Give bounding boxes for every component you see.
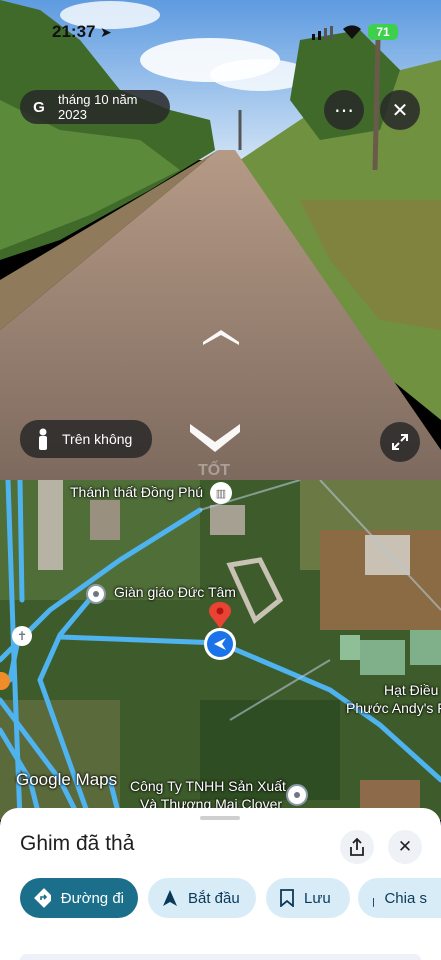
clock: 21:37 xyxy=(52,22,96,41)
capture-date: tháng 10 năm 2023 xyxy=(58,92,138,122)
navigate-forward-arrow[interactable] xyxy=(200,326,242,346)
cross-icon[interactable]: ✝ xyxy=(12,626,32,646)
street-view-position-marker[interactable] xyxy=(204,628,236,660)
poi-label[interactable]: Giàn giáo Đức Tâm xyxy=(114,584,236,600)
place-sheet: Ghim đã thả ✕ Đường đi Bắt đầu Lưu Chia … xyxy=(0,808,441,960)
start-button[interactable]: Bắt đầu xyxy=(148,878,256,918)
sheet-drag-handle[interactable] xyxy=(200,816,240,820)
next-card-peek xyxy=(20,954,421,960)
save-button[interactable]: Lưu xyxy=(266,878,350,918)
google-icon: G xyxy=(33,98,45,116)
date-chip[interactable]: G tháng 10 năm 2023 xyxy=(20,90,170,124)
close-icon: ✕ xyxy=(391,99,409,122)
status-bar: 21:37 ➤ 71 xyxy=(0,0,441,60)
satellite-map[interactable]: ▥ Thánh thất Đồng Phú Giàn giáo Đức Tâm … xyxy=(0,480,441,820)
navigate-back-arrow[interactable] xyxy=(186,420,244,454)
share-label: Chia s xyxy=(384,889,427,907)
person-icon xyxy=(39,428,47,450)
directions-button[interactable]: Đường đi xyxy=(20,878,138,918)
fullscreen-button[interactable] xyxy=(380,422,420,462)
watermark: TỐT xyxy=(198,462,230,479)
place-pin-icon[interactable] xyxy=(286,784,308,806)
aerial-label: Trên không xyxy=(62,431,133,447)
share-sheet-button[interactable] xyxy=(340,830,374,864)
share-button[interactable]: Chia s xyxy=(358,878,441,918)
save-label: Lưu xyxy=(304,889,331,907)
start-label: Bắt đầu xyxy=(188,889,240,907)
navigation-arrow-icon xyxy=(163,890,177,906)
poi-label[interactable]: Phước Andy's F xyxy=(346,700,441,716)
more-horizontal-icon: ⋯ xyxy=(334,99,354,122)
place-of-worship-icon[interactable]: ▥ xyxy=(210,482,232,504)
aerial-view-button[interactable]: Trên không xyxy=(20,420,152,458)
poi-label[interactable]: Hạt Điều xyxy=(384,682,438,698)
location-arrow-icon: ➤ xyxy=(100,24,112,40)
wifi-icon xyxy=(343,25,361,39)
directions-icon xyxy=(34,888,51,908)
sheet-title: Ghim đã thả xyxy=(20,832,135,855)
directions-label: Đường đi xyxy=(60,889,124,907)
share-icon xyxy=(373,898,375,907)
battery-indicator: 71 xyxy=(368,24,398,40)
more-options-button[interactable]: ⋯ xyxy=(324,90,364,130)
dropped-pin-icon xyxy=(209,602,231,629)
bookmark-icon xyxy=(280,889,294,907)
share-icon xyxy=(350,838,364,856)
place-pin-icon[interactable] xyxy=(86,584,106,604)
street-view-panel[interactable]: 21:37 ➤ 71 G tháng 10 năm 2023 ⋯ ✕ Trên … xyxy=(0,0,441,480)
poi-label[interactable]: Thánh thất Đồng Phú xyxy=(70,484,203,500)
poi-label[interactable]: Công Ty TNHH Sản Xuất xyxy=(130,778,286,794)
close-button[interactable]: ✕ xyxy=(380,90,420,130)
street-view-image xyxy=(0,0,441,480)
close-icon: ✕ xyxy=(397,837,413,856)
google-maps-logo: Google Maps xyxy=(16,770,118,789)
close-sheet-button[interactable]: ✕ xyxy=(388,830,422,864)
expand-icon xyxy=(392,434,408,450)
cellular-signal-icon xyxy=(312,26,333,40)
direction-arrow-icon xyxy=(214,638,226,650)
